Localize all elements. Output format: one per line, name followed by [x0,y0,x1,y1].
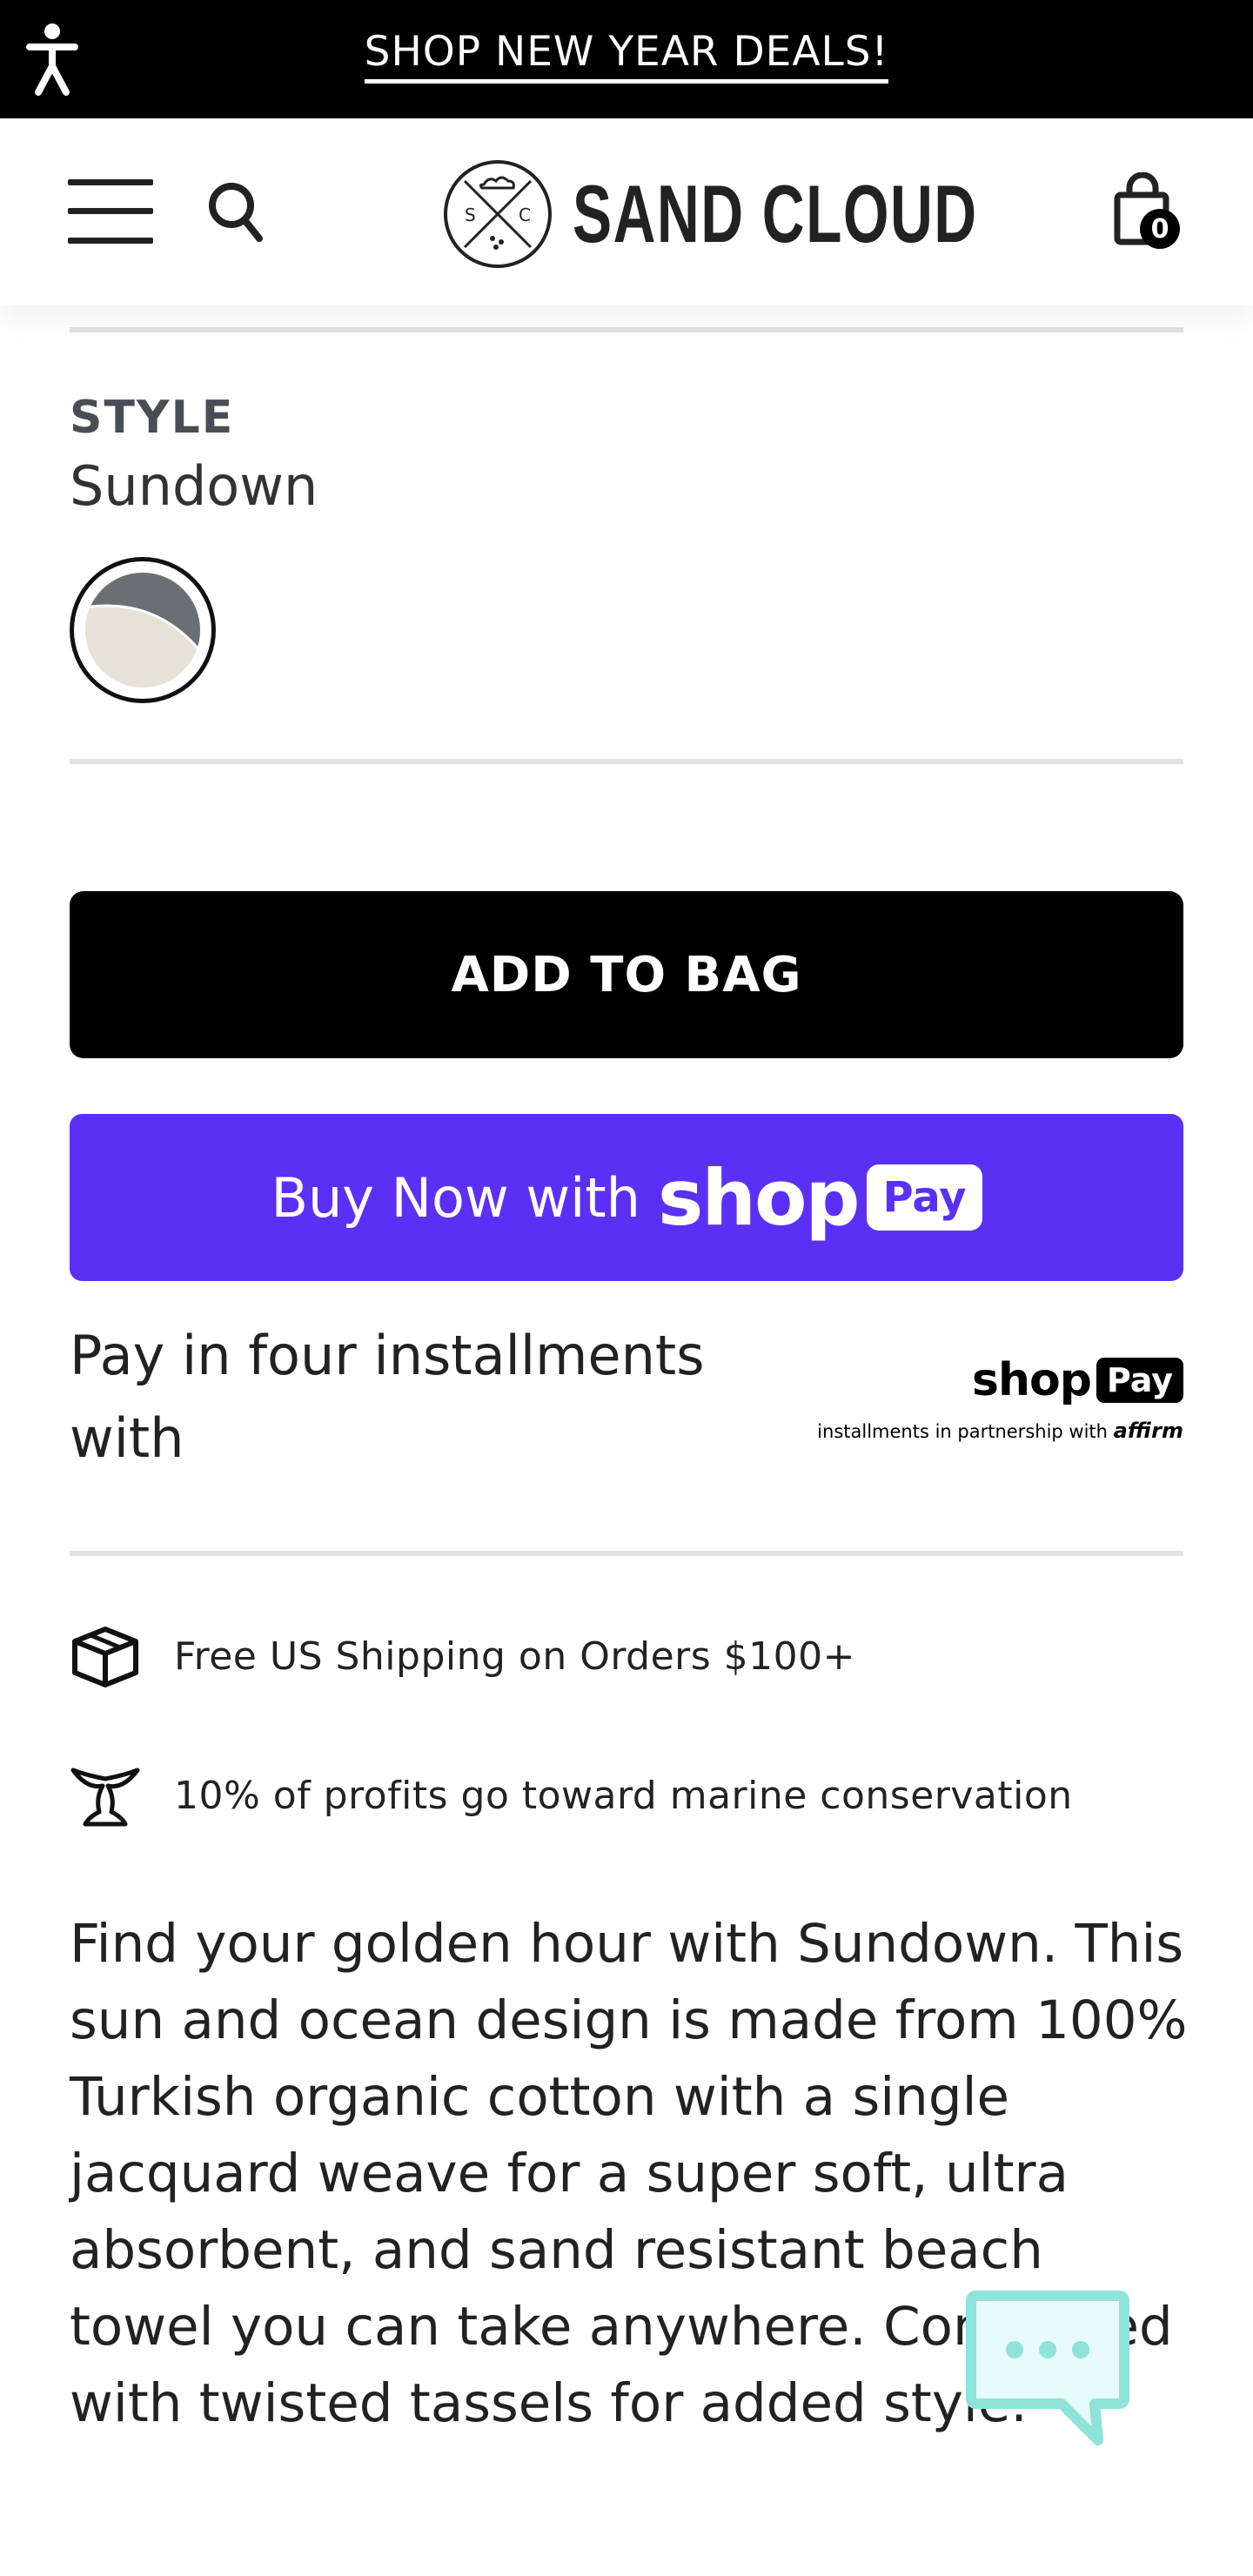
feature-text: 10% of profits go toward marine conserva… [174,1773,1073,1818]
logo-text: SAND CLOUD [573,168,978,259]
swatch-image [83,570,203,690]
promo-link[interactable]: SHOP NEW YEAR DEALS! [0,28,1253,84]
feature-text: Free US Shipping on Orders $100+ [174,1633,855,1679]
chat-button[interactable] [964,2287,1129,2449]
logo-emblem-icon: S C [444,160,552,268]
buy-now-shop-pay-button[interactable]: Buy Now with shop Pay [70,1114,1183,1281]
style-swatch-sundown[interactable] [70,557,216,703]
divider [70,327,1183,332]
svg-text:C: C [519,205,531,225]
site-header: S C SAND CLOUD 0 [0,118,1253,305]
cart-count-badge: 0 [1140,209,1180,249]
shop-pay-logo-shop: shop [657,1152,860,1243]
buy-now-label: Buy Now with [271,1165,640,1230]
promo-bar: SHOP NEW YEAR DEALS! [0,0,1253,118]
divider [70,759,1183,764]
box-icon [72,1627,138,1687]
whale-tail-icon [70,1768,140,1827]
shop-pay-badge-pay: Pay [1096,1358,1183,1403]
style-value: Sundown [70,454,318,518]
shop-pay-installments-badge[interactable]: shop Pay installments in partnership wit… [817,1354,1183,1443]
add-to-bag-button[interactable]: ADD TO BAG [70,891,1183,1058]
svg-text:S: S [465,205,476,225]
feature-shipping: Free US Shipping on Orders $100+ [70,1617,1183,1695]
search-icon[interactable] [207,179,265,245]
divider [70,1551,1183,1556]
menu-icon[interactable] [68,179,153,244]
chat-bubble-icon [966,2291,1129,2445]
feature-conservation: 10% of profits go toward marine conserva… [70,1756,1183,1835]
shop-pay-logo-pay: Pay [867,1164,982,1231]
shop-pay-badge-shop: shop [972,1354,1092,1406]
installments-text: Pay in four installments with [70,1324,705,1470]
shop-pay-badge-subtext: installments in partnership with affirm [817,1419,1183,1443]
logo[interactable]: S C SAND CLOUD [442,155,1136,273]
cart-button[interactable]: 0 [1112,171,1185,252]
style-label: STYLE [70,392,235,444]
